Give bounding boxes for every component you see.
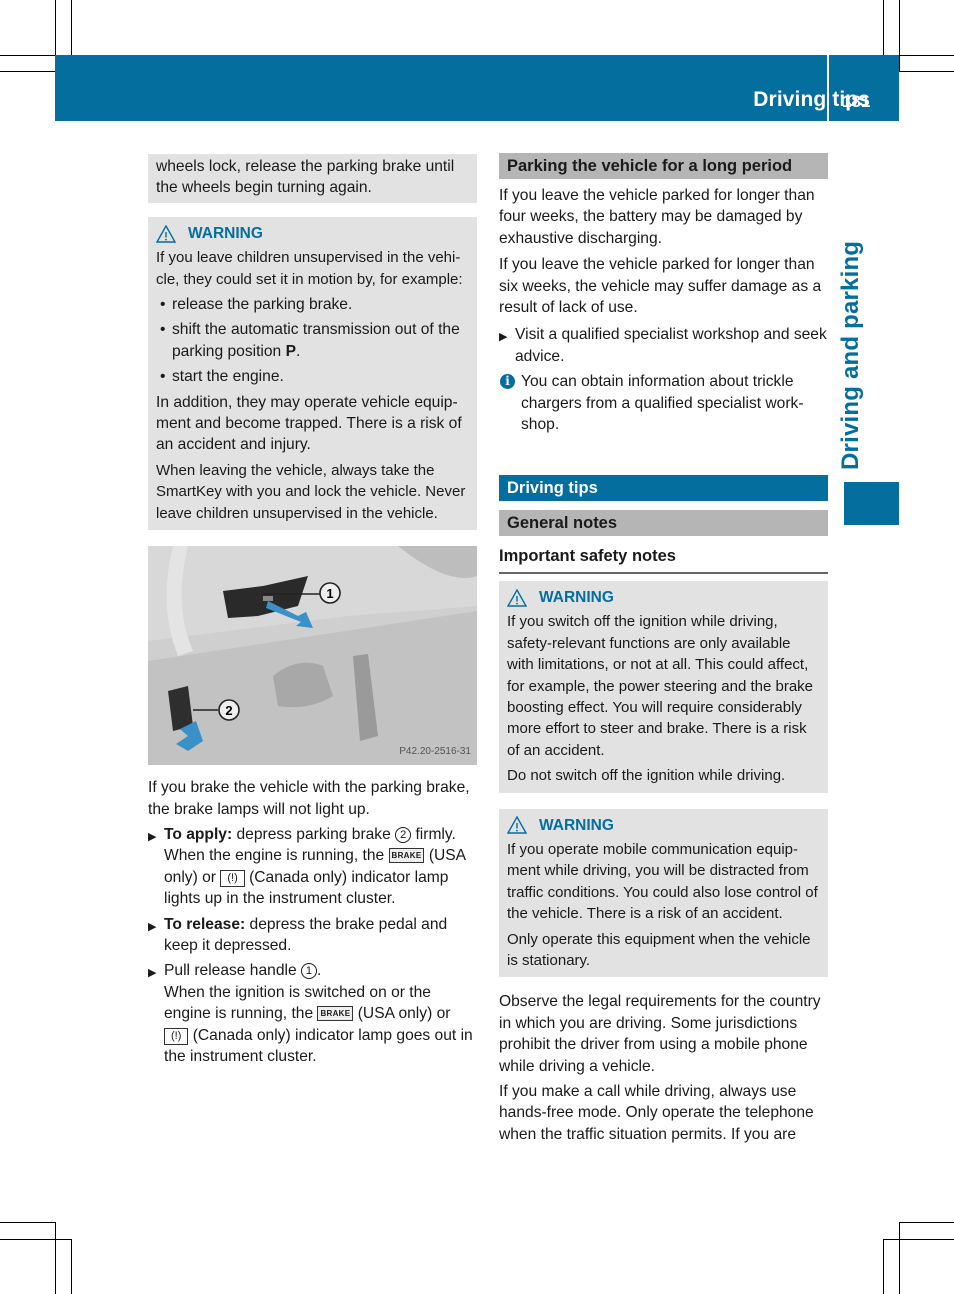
warning-label: WARNING [188, 224, 263, 242]
step-pull-handle: ▶ Pull release handle 1. When the igniti… [148, 960, 477, 1067]
step-release: ▶ To release: depress the brake pedal an… [148, 914, 477, 957]
warning-text: Do not switch off the ignition while dri… [507, 767, 786, 785]
warning-label: WARNING [539, 588, 614, 606]
step-arrow-icon: ▶ [148, 920, 157, 933]
warning-triangle-icon [156, 224, 176, 243]
continued-note-box: wheels lock, release the parking brake u… [148, 154, 477, 203]
crop-mark [0, 71, 55, 72]
crop-mark [55, 1222, 56, 1294]
parking-paragraph: If you leave the vehicle parked for long… [499, 187, 815, 247]
continued-note-text: wheels lock, release the parking brake u… [156, 158, 455, 197]
callout-ref: 2 [395, 826, 412, 843]
section-heading-driving-tips: Driving tips [499, 475, 828, 502]
warning-heading: WARNING [507, 587, 820, 608]
crop-mark [55, 0, 56, 55]
warning-paragraph: In addition, they may operate vehicle eq… [156, 393, 462, 454]
step-arrow-icon: ▶ [499, 331, 508, 344]
warning-heading: WARNING [507, 815, 820, 836]
step-arrow-icon: ▶ [148, 830, 157, 843]
crop-mark [899, 0, 900, 71]
crop-mark [0, 1222, 55, 1223]
warning-intro: If you leave children unsupervised in th… [156, 249, 463, 288]
step-visit-workshop: ▶ Visit a qualified specialist workshop … [499, 324, 828, 367]
crop-mark [883, 1239, 884, 1294]
info-icon: i [500, 374, 515, 390]
warning-text: If you switch off the ignition while dri… [507, 613, 814, 759]
crop-mark [899, 1222, 900, 1294]
call-paragraph: If you make a call while driving, always… [499, 1083, 814, 1143]
legal-paragraph: Observe the legal requirements for the c… [499, 993, 821, 1075]
crop-mark [0, 1239, 71, 1240]
step-apply: ▶ To apply: depress parking brake 2 firm… [148, 824, 477, 910]
side-tab-marker [844, 482, 899, 525]
list-item: • shift the automatic transmission out of… [160, 321, 460, 360]
warning-text: If you operate mobile communication equi… [507, 840, 818, 923]
warning-box-children: WARNING If you leave children unsupervis… [148, 216, 477, 531]
page-number: 181 [842, 92, 871, 111]
crop-mark [71, 0, 72, 55]
subheading-safety-notes: Important safety notes [499, 546, 828, 574]
crop-mark [883, 1239, 954, 1240]
crop-mark [71, 1239, 72, 1294]
warning-heading: WARNING [156, 223, 469, 244]
warning-text: Only operate this equipment when the veh… [507, 930, 811, 969]
info-note: i You can obtain information about trick… [499, 371, 828, 435]
list-item: • start the engine. [160, 368, 284, 386]
warning-paragraph: When leaving the vehicle, always take th… [156, 461, 466, 522]
brake-lamp-icon: BRAKE [388, 848, 425, 864]
right-column: Parking the vehicle for a long period If… [499, 153, 828, 1145]
canada-brake-lamp-icon: (!) [220, 869, 245, 887]
parking-brake-illustration: 1 2 [148, 546, 477, 766]
crop-mark [883, 0, 884, 55]
crop-mark [0, 55, 55, 56]
warning-triangle-icon [507, 816, 527, 834]
figure-code: P42.20-2516-31 [399, 745, 471, 757]
crop-mark [899, 1222, 954, 1223]
warning-label: WARNING [539, 816, 614, 834]
side-tab-label: Driving and parking [837, 240, 864, 470]
crop-mark [899, 71, 954, 72]
section-heading-general-notes: General notes [499, 510, 828, 537]
left-column: wheels lock, release the parking brake u… [148, 154, 477, 1067]
brake-lamp-icon: BRAKE [317, 1006, 354, 1022]
warning-box-mobile: WARNING If you operate mobile communicat… [499, 808, 828, 978]
canada-brake-lamp-icon: (!) [164, 1027, 189, 1045]
header-divider [827, 55, 829, 121]
warning-box-ignition: WARNING If you switch off the ignition w… [499, 580, 828, 793]
parking-paragraph: If you leave the vehicle parked for long… [499, 256, 822, 317]
crop-mark [899, 55, 954, 56]
warning-triangle-icon [507, 588, 527, 607]
step-arrow-icon: ▶ [148, 967, 157, 980]
callout-2: 2 [225, 703, 232, 718]
parking-brake-figure: 1 2 P42.20-2516-31 [148, 546, 477, 766]
callout-1: 1 [326, 586, 333, 601]
callout-ref: 1 [300, 963, 317, 980]
section-heading-parking: Parking the vehicle for a long period [499, 153, 828, 179]
intro-paragraph: If you brake the vehicle with the parkin… [148, 779, 470, 818]
list-item: • release the parking brake. [160, 296, 353, 314]
